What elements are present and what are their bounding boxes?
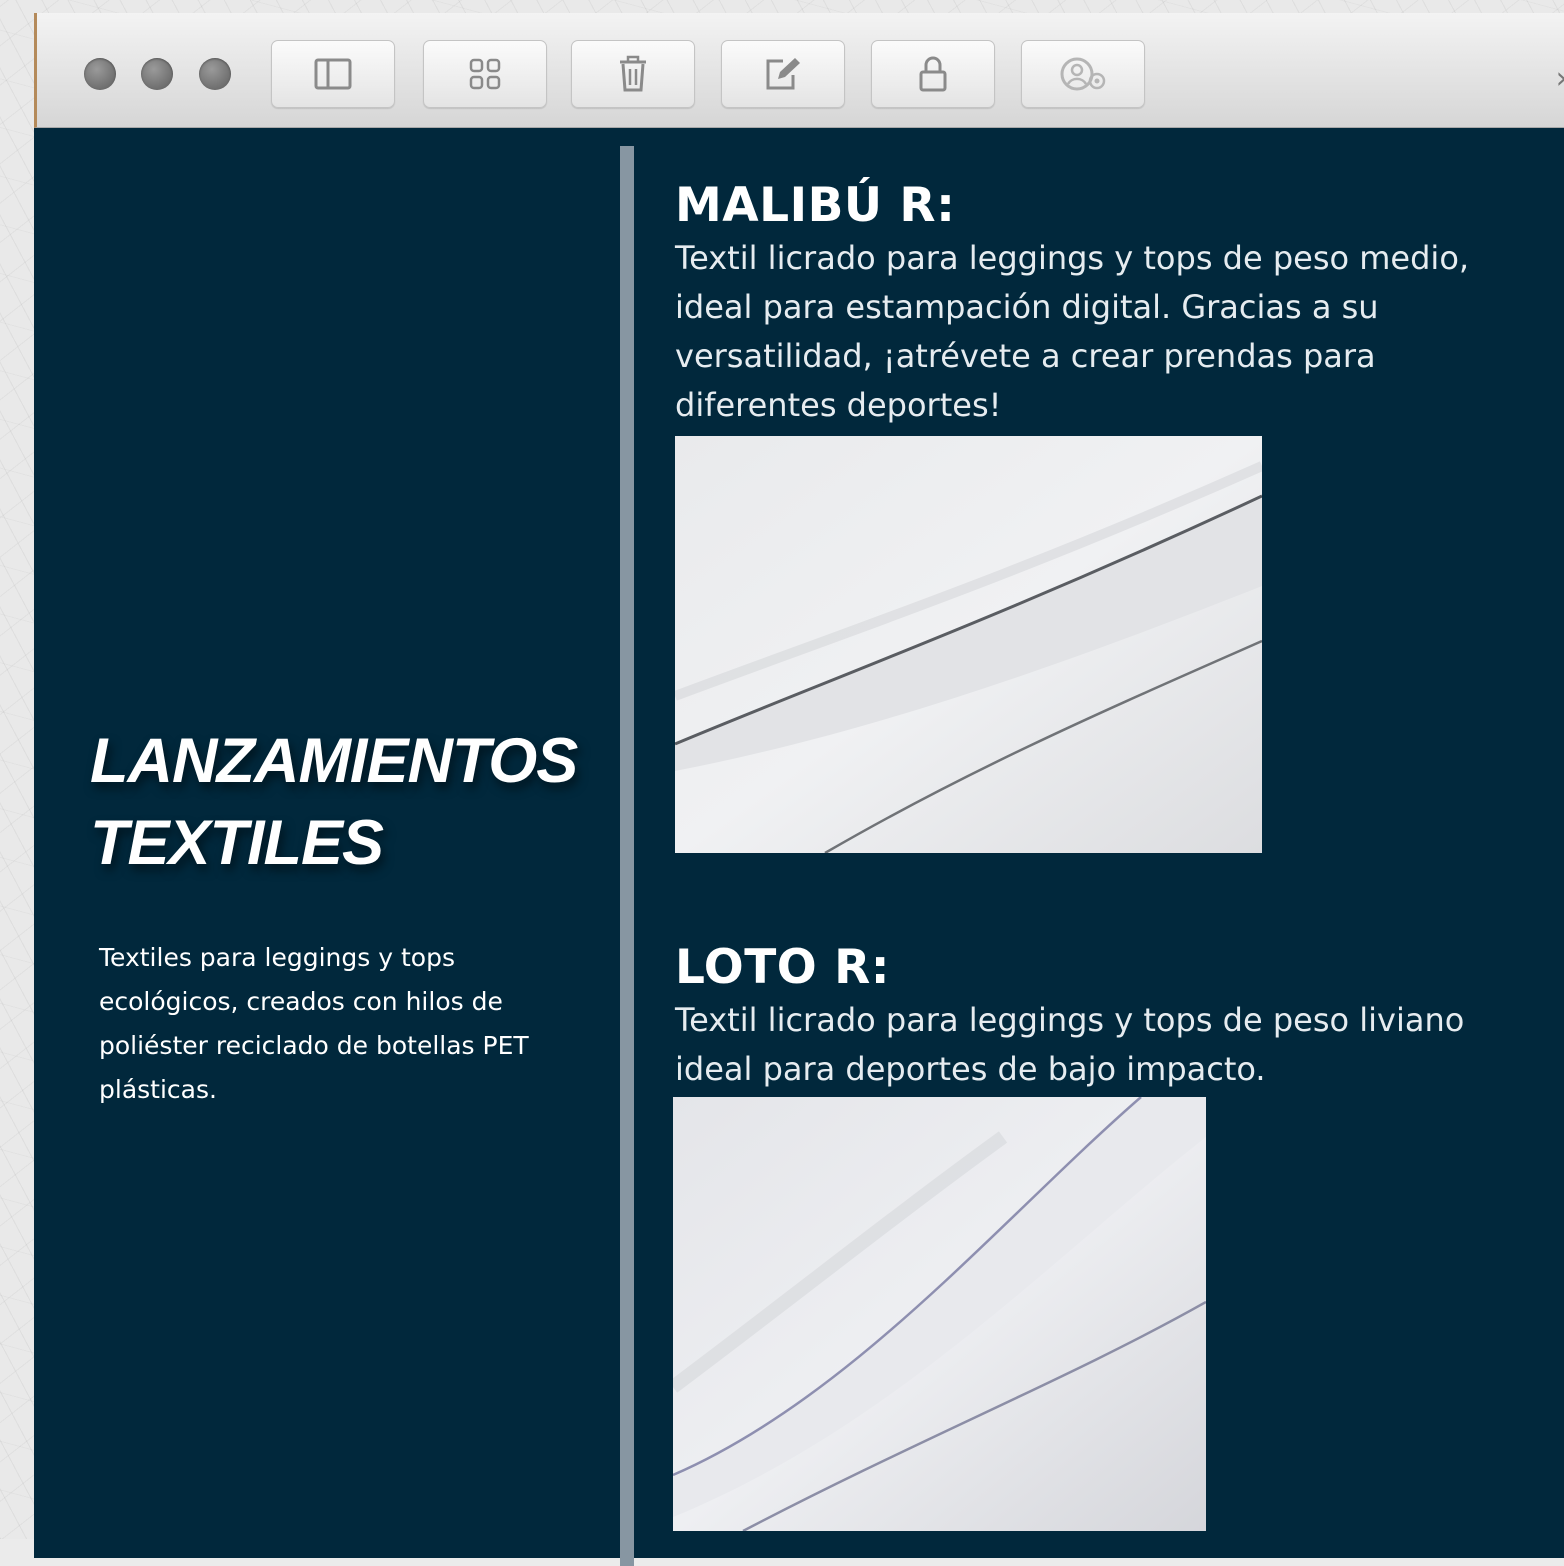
section-title: LANZAMIENTOS TEXTILES (90, 726, 578, 878)
toolbar: » (34, 13, 1564, 128)
zoom-window-button[interactable] (199, 58, 231, 90)
grid-view-button[interactable] (423, 40, 547, 108)
delete-button[interactable] (571, 40, 695, 108)
sidebar-toggle-button[interactable] (271, 40, 395, 108)
app-window: » LANZAMIENTOS TEXTILES Textiles para le… (34, 13, 1564, 1566)
minimize-window-button[interactable] (141, 58, 173, 90)
share-button[interactable] (1021, 40, 1145, 108)
lock-button[interactable] (871, 40, 995, 108)
grid-icon (469, 58, 501, 90)
compose-icon (766, 58, 800, 90)
product-title: MALIBÚ R: (675, 178, 956, 233)
fabric-image-loto (673, 1097, 1206, 1531)
section-description: Textiles para leggings y tops ecológicos… (99, 943, 529, 1104)
close-window-button[interactable] (84, 58, 116, 90)
product-description: Textil licrado para leggings y tops de p… (675, 239, 1470, 424)
fabric-image-malibu (675, 436, 1262, 853)
lock-icon (919, 56, 947, 92)
product-title: LOTO R: (675, 940, 891, 995)
sidebar-icon (314, 58, 352, 90)
content-area: LANZAMIENTOS TEXTILES Textiles para legg… (34, 128, 1564, 1566)
product-malibu: MALIBÚ R: Textil licrado para leggings y… (675, 178, 1535, 430)
trash-icon (620, 55, 646, 92)
column-divider (620, 146, 634, 1566)
user-share-icon (1060, 57, 1106, 91)
product-loto: LOTO R: Textil licrado para leggings y t… (675, 940, 1535, 1094)
compose-button[interactable] (721, 40, 845, 108)
toolbar-overflow-button[interactable]: » (1556, 61, 1564, 96)
product-description: Textil licrado para leggings y tops de p… (675, 1001, 1465, 1088)
